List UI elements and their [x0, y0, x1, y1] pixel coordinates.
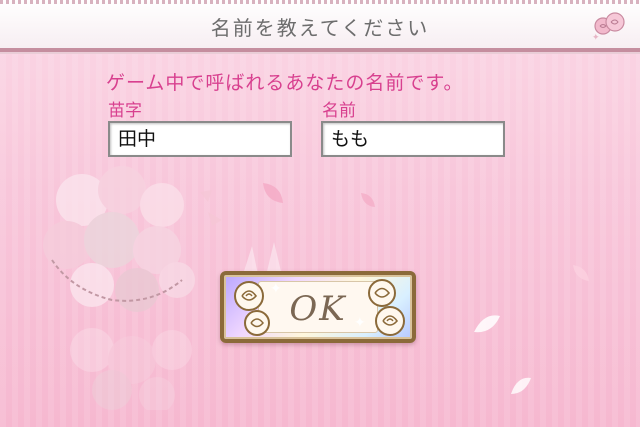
instruction-text: ゲーム中で呼ばれるあなたの名前です。: [106, 72, 464, 94]
svg-text:✦: ✦: [592, 33, 600, 43]
first-name-field[interactable]: もも: [321, 121, 505, 157]
rose-bouquet-illustration: [43, 166, 222, 410]
page-title: 名前を教えてください: [210, 16, 430, 40]
petal-decoration: [474, 315, 500, 333]
petal-decoration: [361, 193, 375, 207]
sparkle-icon: ✦: [354, 315, 366, 331]
rose-icon: ✦: [592, 12, 625, 43]
petal-decoration: [263, 183, 283, 203]
petal-decoration: [511, 377, 531, 394]
sparkle-icon: ✦: [270, 281, 282, 297]
ok-button[interactable]: OK ✦ ✦: [220, 271, 416, 343]
first-name-label: 名前: [322, 101, 356, 121]
lace-border: [0, 0, 640, 4]
title-bar: 名前を教えてください ✦: [0, 0, 640, 52]
rose-icon: [375, 306, 405, 336]
rose-icon: [244, 310, 270, 336]
petal-decoration: [573, 265, 589, 281]
last-name-label: 苗字: [108, 101, 142, 121]
